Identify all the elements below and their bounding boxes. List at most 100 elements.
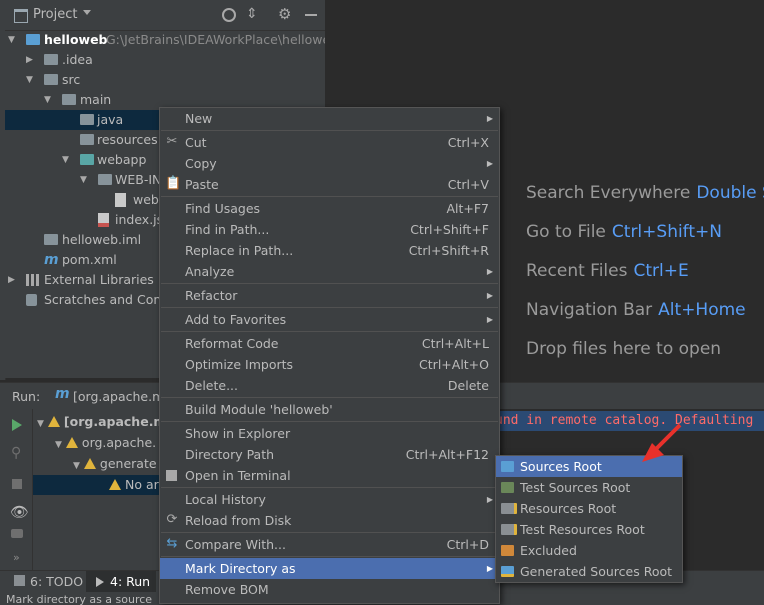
run-tab[interactable]: [org.apache.m: [73, 389, 164, 404]
mark-directory-submenu: Sources Root Test Sources Root Resources…: [495, 455, 683, 583]
menu-item-delete[interactable]: Delete... Delete: [160, 375, 499, 396]
menu-separator: [161, 532, 498, 533]
tree-item-label: webapp: [97, 152, 147, 167]
terminal-icon: [166, 470, 177, 481]
camera-icon[interactable]: [11, 529, 23, 538]
menu-item-mark-directory-as[interactable]: Mark Directory as ▶: [160, 558, 499, 579]
menu-separator: [161, 196, 498, 197]
hint-drop-files: Drop files here to open: [526, 339, 722, 359]
menu-separator: [161, 421, 498, 422]
tree-item-label: web: [133, 192, 159, 207]
hint-recent-files: Recent Files Ctrl+E: [526, 261, 689, 281]
submenu-item-resources-root[interactable]: Resources Root: [496, 498, 682, 519]
folder-icon: [44, 54, 58, 65]
menu-item-directory-path[interactable]: Directory Path Ctrl+Alt+F12: [160, 444, 499, 465]
menu-item-reformat-code[interactable]: Reformat Code Ctrl+Alt+L: [160, 333, 499, 354]
hide-panel-icon[interactable]: [305, 14, 317, 16]
menu-item-open-in-terminal[interactable]: Open in Terminal: [160, 465, 499, 486]
menu-separator: [161, 487, 498, 488]
tab-run[interactable]: 4: Run: [110, 574, 150, 589]
collapse-all-icon[interactable]: ⇕: [246, 6, 258, 22]
run-tree-item[interactable]: ▼ org.apache.: [55, 433, 156, 453]
tree-item-label: resources: [97, 132, 158, 147]
more-icon[interactable]: »: [13, 551, 20, 564]
submenu-arrow-icon: ▶: [486, 315, 493, 324]
run-tree-item[interactable]: ▼ [org.apache.m: [37, 412, 166, 432]
libraries-icon: [26, 274, 29, 286]
status-text: Mark directory as a source: [6, 593, 153, 605]
folder-icon: [80, 134, 94, 145]
warning-icon: [109, 479, 121, 490]
folder-icon: [98, 174, 112, 185]
tree-item-label: WEB-IN: [115, 172, 162, 187]
project-view-icon: [14, 9, 28, 23]
eye-icon[interactable]: 👁: [10, 503, 29, 521]
cut-icon: ✂: [166, 134, 178, 149]
menu-item-add-to-favorites[interactable]: Add to Favorites ▶: [160, 309, 499, 330]
menu-item-refactor[interactable]: Refactor ▶: [160, 285, 499, 306]
maven-icon: m: [44, 252, 59, 268]
rerun-icon[interactable]: [12, 419, 22, 431]
tree-item-label: java: [97, 112, 124, 127]
context-menu: New ▶ ✂ Cut Ctrl+X Copy ▶ 📋 Paste Ctrl+V Find …: [159, 107, 500, 604]
run-label: Run:: [12, 389, 41, 404]
warning-icon: [83, 458, 96, 469]
menu-item-reload-from-disk[interactable]: ⟳ Reload from Disk: [160, 510, 499, 531]
chevron-down-icon[interactable]: [83, 10, 91, 15]
run-tree-item-selected[interactable]: No ar: [33, 475, 163, 495]
tab-todo[interactable]: 6: TODO: [30, 574, 83, 589]
reload-icon: ⟳: [166, 512, 178, 527]
menu-item-cut[interactable]: ✂ Cut Ctrl+X: [160, 132, 499, 153]
resources-root-icon: [501, 503, 517, 514]
menu-item-new[interactable]: New ▶: [160, 108, 499, 129]
submenu-item-test-resources-root[interactable]: Test Resources Root: [496, 519, 682, 540]
folder-icon: [62, 94, 76, 105]
tree-item-src[interactable]: ▼ src: [5, 70, 325, 90]
sources-root-icon: [501, 461, 514, 472]
submenu-arrow-icon: ▶: [486, 564, 493, 573]
menu-separator: [161, 130, 498, 131]
menu-separator: [161, 283, 498, 284]
menu-item-find-in-path[interactable]: Find in Path... Ctrl+Shift+F: [160, 219, 499, 240]
excluded-icon: [501, 545, 514, 556]
menu-item-replace-in-path[interactable]: Replace in Path... Ctrl+Shift+R: [160, 240, 499, 261]
submenu-arrow-icon: ▶: [486, 114, 493, 123]
menu-item-remove-bom[interactable]: Remove BOM: [160, 579, 499, 600]
warning-icon: [65, 437, 78, 448]
menu-item-analyze[interactable]: Analyze ▶: [160, 261, 499, 282]
menu-item-optimize-imports[interactable]: Optimize Imports Ctrl+Alt+O: [160, 354, 499, 375]
tree-item-label: .idea: [62, 52, 93, 67]
menu-item-show-in-explorer[interactable]: Show in Explorer: [160, 423, 499, 444]
locate-icon[interactable]: [222, 8, 236, 22]
menu-separator: [161, 556, 498, 557]
menu-item-find-usages[interactable]: Find Usages Alt+F7: [160, 198, 499, 219]
paste-icon: 📋: [165, 176, 182, 191]
submenu-item-generated-sources-root[interactable]: Generated Sources Root: [496, 561, 682, 582]
menu-item-build-module[interactable]: Build Module 'helloweb': [160, 399, 499, 420]
tree-item-idea[interactable]: ▶ .idea: [5, 50, 325, 70]
menu-item-local-history[interactable]: Local History ▶: [160, 489, 499, 510]
menu-separator: [161, 397, 498, 398]
tree-item-label: main: [80, 92, 112, 107]
submenu-arrow-icon: ▶: [486, 495, 493, 504]
menu-item-compare-with[interactable]: ⇆ Compare With... Ctrl+D: [160, 534, 499, 555]
project-panel-header: Project ⇕ ⚙: [5, 0, 325, 31]
stop-icon[interactable]: [12, 479, 22, 489]
menu-item-paste[interactable]: 📋 Paste Ctrl+V: [160, 174, 499, 195]
settings-gear-icon[interactable]: ⚙: [278, 5, 291, 23]
run-tree-item[interactable]: ▼ generate: [73, 454, 157, 474]
tree-item-label: External Libraries: [44, 272, 154, 287]
folder-icon: [44, 74, 58, 85]
submenu-item-excluded[interactable]: Excluded: [496, 540, 682, 561]
submenu-item-test-sources-root[interactable]: Test Sources Root: [496, 477, 682, 498]
tree-item-helloweb[interactable]: ▼ helloweb G:\JetBrains\IDEAWorkPlace\he…: [5, 30, 325, 50]
module-file-icon: [44, 234, 58, 245]
toggle-icon[interactable]: ⚲: [11, 445, 21, 461]
jsp-file-icon: [98, 213, 109, 227]
maven-icon: m: [55, 386, 70, 402]
xml-file-icon: [115, 193, 126, 207]
project-panel-title[interactable]: Project: [33, 7, 77, 22]
menu-item-copy[interactable]: Copy ▶: [160, 153, 499, 174]
run-toolbar: ⚲ 👁 »: [0, 409, 33, 571]
submenu-arrow-icon: ▶: [486, 159, 493, 168]
